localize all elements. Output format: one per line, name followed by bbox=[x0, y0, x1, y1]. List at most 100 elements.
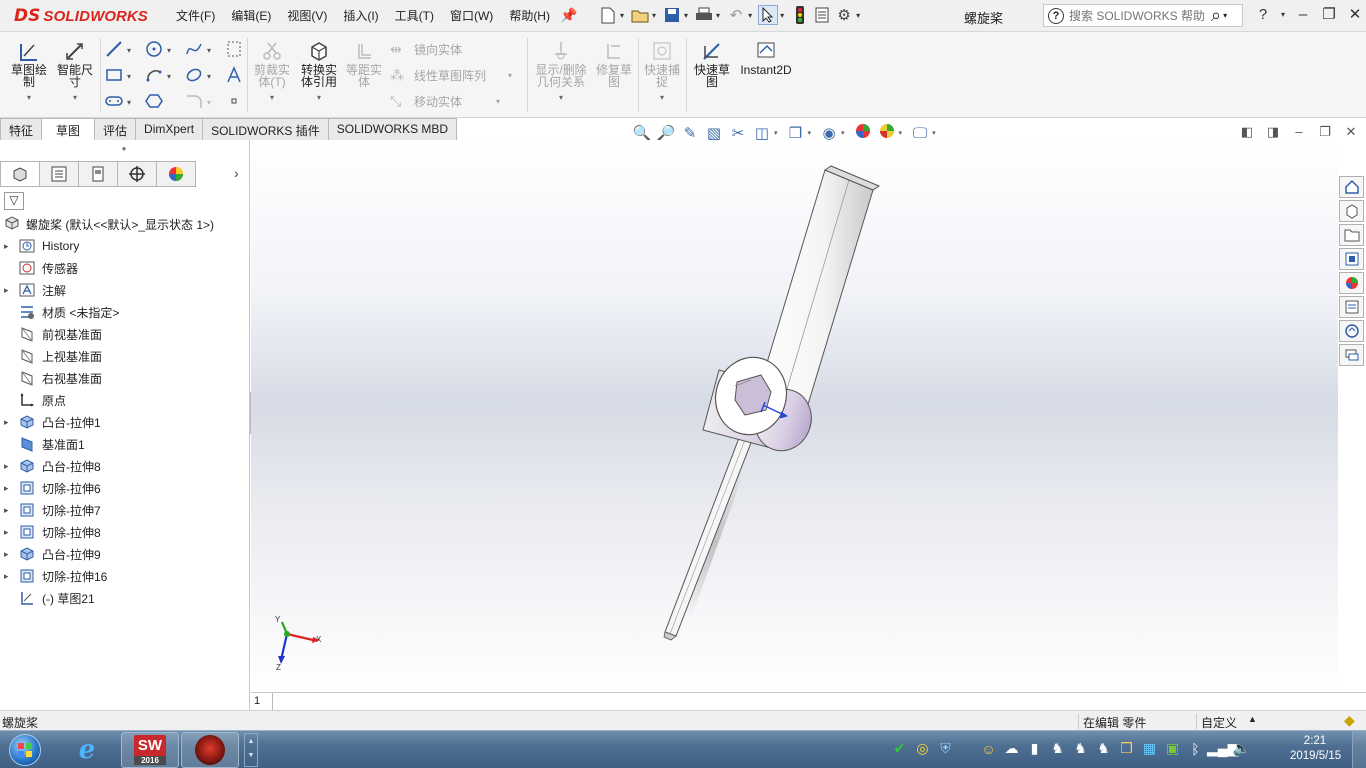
spline-dropdown-icon[interactable]: ▾ bbox=[207, 46, 211, 55]
taskbar-media-app[interactable] bbox=[181, 732, 239, 768]
tab-evaluate[interactable]: 评估 bbox=[94, 118, 137, 140]
line-dropdown-icon[interactable]: ▾ bbox=[127, 46, 131, 55]
expand-arrow-icon[interactable]: ▸ bbox=[4, 285, 18, 296]
spline-icon[interactable] bbox=[183, 38, 205, 60]
menu-insert[interactable]: 插入(I) bbox=[343, 7, 378, 24]
tree-item[interactable]: 原点 bbox=[0, 389, 248, 411]
mirror-entities-button[interactable]: ⇹ 镜向实体 bbox=[390, 41, 462, 58]
propertymanager-tab[interactable] bbox=[39, 161, 79, 187]
print-dropdown-icon[interactable]: ▾ bbox=[716, 11, 720, 20]
tab-solidworks-mbd[interactable]: SOLIDWORKS MBD bbox=[327, 118, 458, 140]
featuremanager-tab[interactable] bbox=[0, 161, 40, 187]
file-properties-icon[interactable] bbox=[812, 5, 832, 25]
view-settings-dropdown-icon[interactable]: ▾ bbox=[932, 129, 936, 137]
relations-dropdown-icon[interactable]: ▾ bbox=[532, 92, 590, 104]
system-clock[interactable]: 2:21 2019/5/15 bbox=[1290, 734, 1341, 764]
start-button[interactable] bbox=[4, 733, 46, 767]
help-dropdown-icon[interactable]: ▾ bbox=[1278, 10, 1288, 19]
menu-help[interactable]: 帮助(H) bbox=[509, 7, 550, 24]
viewport-restore-button[interactable]: ❐ bbox=[1312, 124, 1338, 140]
expand-arrow-icon[interactable]: ▸ bbox=[4, 549, 18, 560]
open-folder-icon[interactable] bbox=[630, 5, 650, 25]
file-explorer-folder-icon[interactable] bbox=[1339, 224, 1364, 246]
tray-volume-icon[interactable]: 🔈 bbox=[1230, 740, 1253, 757]
view-palette-icon[interactable] bbox=[1339, 248, 1364, 270]
print-icon[interactable] bbox=[694, 5, 714, 25]
arc-icon[interactable] bbox=[143, 64, 165, 86]
search-magnifier-icon[interactable]: ⌕ bbox=[1211, 5, 1221, 26]
display-delete-relations-button[interactable]: 显示/删除 几何关系 ▾ bbox=[532, 40, 590, 104]
menu-file[interactable]: 文件(F) bbox=[176, 7, 215, 24]
undo-icon[interactable]: ↶ bbox=[726, 5, 746, 25]
rectangle-dropdown-icon[interactable]: ▾ bbox=[127, 72, 131, 81]
instant2d-button[interactable]: Instant2D bbox=[738, 40, 794, 76]
hide-show-dropdown-icon[interactable]: ▾ bbox=[841, 129, 845, 137]
convert-dropdown-icon[interactable]: ▾ bbox=[298, 92, 340, 104]
panel-grip-handle[interactable]: ● bbox=[0, 140, 248, 160]
sketch-button[interactable]: 草图绘 制 ▾ bbox=[8, 40, 50, 104]
sketch-grid-icon[interactable] bbox=[223, 38, 245, 60]
chat-community-icon[interactable] bbox=[1339, 344, 1364, 366]
taskbar-scroll-arrows[interactable]: ▲ ▼ bbox=[244, 733, 258, 767]
solidworks-resources-home-icon[interactable] bbox=[1339, 176, 1364, 198]
new-document-icon[interactable] bbox=[598, 5, 618, 25]
tree-item[interactable]: ▸ 切除-拉伸8 bbox=[0, 521, 248, 543]
expand-arrow-icon[interactable]: ▸ bbox=[4, 483, 18, 494]
pin-menu-icon[interactable]: 📌 bbox=[560, 7, 577, 24]
line-icon[interactable] bbox=[103, 38, 125, 60]
solidworks-logo[interactable]: DS SOLID WORKS bbox=[14, 4, 148, 28]
units-up-arrow-icon[interactable]: ▲ bbox=[1248, 714, 1257, 724]
displaymanager-tab[interactable] bbox=[156, 161, 196, 187]
page-number[interactable]: 1 bbox=[251, 693, 273, 710]
tag-icon[interactable]: ◆ bbox=[1344, 712, 1355, 729]
open-dropdown-icon[interactable]: ▾ bbox=[652, 11, 656, 20]
tree-item[interactable]: ▸ 切除-拉伸6 bbox=[0, 477, 248, 499]
tray-signal-bars-icon[interactable]: ▂▄▆ bbox=[1207, 740, 1238, 757]
custom-properties-icon[interactable] bbox=[1339, 296, 1364, 318]
viewport-tile-left-icon[interactable]: ◧ bbox=[1234, 124, 1260, 140]
search-dropdown-icon[interactable]: ▾ bbox=[1223, 11, 1227, 20]
view-orientation-dropdown-icon[interactable]: ▾ bbox=[774, 129, 778, 137]
tray-smiley-app-icon[interactable]: ☺ bbox=[977, 741, 1000, 757]
tree-item[interactable]: 材质 <未指定> bbox=[0, 301, 248, 323]
arc-dropdown-icon[interactable]: ▾ bbox=[167, 72, 171, 81]
trim-entities-button[interactable]: 剪裁实 体(T) ▾ bbox=[252, 40, 292, 104]
point-icon[interactable] bbox=[223, 90, 245, 112]
tray-antivirus-icon[interactable]: ◎ bbox=[911, 740, 934, 757]
rectangle-icon[interactable] bbox=[103, 64, 125, 86]
sketch-dropdown-icon[interactable]: ▾ bbox=[8, 92, 50, 104]
solidworks-forum-icon[interactable] bbox=[1339, 320, 1364, 342]
ellipse-dropdown-icon[interactable]: ▾ bbox=[207, 72, 211, 81]
undo-dropdown-icon[interactable]: ▾ bbox=[748, 11, 752, 20]
tray-cloud-icon[interactable]: ☁ bbox=[1000, 740, 1023, 757]
help-question-icon[interactable]: ? bbox=[1252, 6, 1274, 23]
smart-dimension-button[interactable]: 智能尺 寸 ▾ bbox=[54, 40, 96, 104]
tree-root-part[interactable]: 螺旋桨 (默认<<默认>_显示状态 1>) bbox=[0, 213, 248, 235]
tray-nvidia-icon[interactable]: ▣ bbox=[1161, 740, 1184, 757]
viewport-tile-right-icon[interactable]: ◨ bbox=[1260, 124, 1286, 140]
more-tabs-chevron-icon[interactable]: › bbox=[234, 165, 239, 181]
tree-item[interactable]: ▸ History bbox=[0, 235, 248, 257]
close-button[interactable]: ✕ bbox=[1344, 5, 1366, 23]
fillet-icon[interactable] bbox=[183, 90, 205, 112]
show-desktop-button[interactable] bbox=[1352, 731, 1366, 768]
viewport-minimize-button[interactable]: – bbox=[1286, 124, 1312, 140]
tree-filter-icon[interactable]: ▽ bbox=[4, 192, 24, 210]
configurationmanager-tab[interactable] bbox=[78, 161, 118, 187]
move-entities-button[interactable]: ⤡ 移动实体 ▾ bbox=[390, 93, 500, 110]
tree-item[interactable]: ▸ 凸台-拉伸9 bbox=[0, 543, 248, 565]
tray-battery-icon[interactable]: ▮ bbox=[1023, 740, 1046, 757]
circle-dropdown-icon[interactable]: ▾ bbox=[167, 46, 171, 55]
polygon-icon[interactable] bbox=[143, 90, 165, 112]
select-dropdown-icon[interactable]: ▾ bbox=[780, 11, 784, 20]
dimxpertmanager-tab[interactable] bbox=[117, 161, 157, 187]
move-dropdown-icon[interactable]: ▾ bbox=[496, 97, 500, 106]
convert-entities-button[interactable]: 转换实 体引用 ▾ bbox=[298, 40, 340, 104]
slot-dropdown-icon[interactable]: ▾ bbox=[127, 98, 131, 107]
menu-edit[interactable]: 编辑(E) bbox=[231, 7, 271, 24]
text-icon[interactable] bbox=[223, 64, 245, 86]
tree-item[interactable]: 基准面1 bbox=[0, 433, 248, 455]
tray-qq-penguin-icon[interactable]: ♞ bbox=[1069, 740, 1092, 757]
tab-dimxpert[interactable]: DimXpert bbox=[135, 118, 204, 140]
ellipse-icon[interactable] bbox=[183, 64, 205, 86]
